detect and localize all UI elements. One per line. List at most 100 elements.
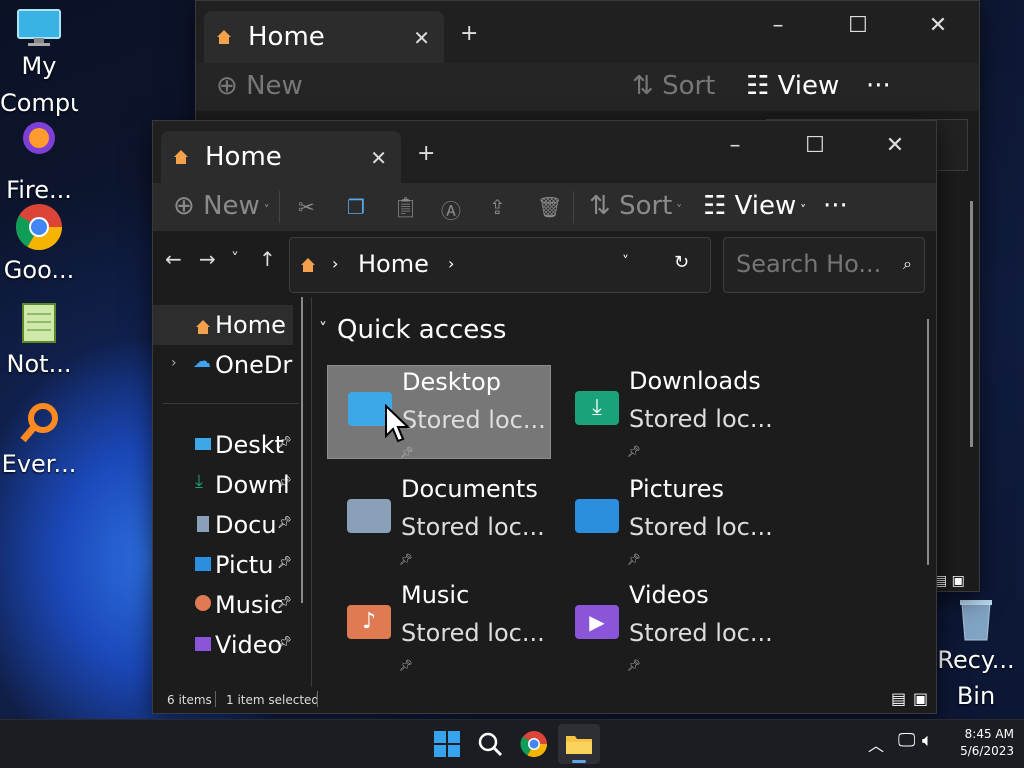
clock[interactable]: 8:45 AM 5/6/2023: [954, 726, 1014, 760]
back-button[interactable]: ←: [165, 247, 182, 271]
chevron-right-icon: ›: [448, 254, 455, 273]
cut-icon[interactable]: ✂: [298, 195, 315, 219]
show-hidden-icons-chevron-icon[interactable]: ︿: [868, 732, 884, 756]
refresh-icon[interactable]: ↻: [674, 252, 689, 273]
details-view-icon[interactable]: ▤: [891, 689, 906, 708]
breadcrumb[interactable]: Home: [358, 250, 429, 278]
minimize-button[interactable]: –: [758, 13, 798, 38]
new-tab-button[interactable]: +: [417, 141, 435, 166]
view-button[interactable]: ☷ View: [746, 71, 839, 101]
content-scrollbar[interactable]: [927, 319, 929, 565]
nav-scrollbar[interactable]: [301, 297, 303, 603]
pin-icon: 📌︎: [277, 595, 293, 609]
desktop-icon-chrome[interactable]: Goo...: [0, 202, 78, 288]
pictures-folder-icon: [575, 499, 619, 533]
volume-icon[interactable]: 🔈︎: [922, 730, 933, 751]
quick-access-pictures[interactable]: Pictures Stored loc... 📌︎: [555, 473, 777, 566]
search-icon[interactable]: [474, 728, 506, 760]
new-label: New: [203, 191, 260, 221]
nav-item-downloads[interactable]: ⤓ Downl 📌︎: [153, 465, 293, 505]
quick-access-documents[interactable]: Documents Stored loc... 📌︎: [327, 473, 549, 566]
delete-icon[interactable]: 🗑︎: [537, 195, 562, 219]
pin-icon: 📌︎: [277, 475, 293, 489]
nav-item-music[interactable]: Music 📌︎: [153, 585, 293, 625]
tile-name: Videos: [629, 581, 709, 609]
monitor-icon: [17, 9, 61, 46]
search-input[interactable]: [734, 248, 888, 280]
share-icon[interactable]: ⇪: [489, 195, 506, 219]
more-button[interactable]: ···: [866, 71, 891, 101]
quick-access-desktop[interactable]: Desktop Stored loc... 📌︎: [327, 365, 551, 459]
nav-item-videos[interactable]: Video 📌︎: [153, 625, 293, 665]
nav-label: Video: [215, 631, 283, 659]
section-title: Quick access: [337, 315, 507, 345]
maximize-button[interactable]: ☐: [795, 133, 835, 158]
desktop-icon-everything[interactable]: Ever...: [0, 400, 78, 482]
close-button[interactable]: ✕: [875, 133, 915, 158]
notepad-icon: [22, 303, 56, 343]
nav-item-home[interactable]: Home: [153, 305, 293, 345]
new-button[interactable]: ⊕ New ˅: [173, 191, 270, 221]
chrome-taskbar-icon[interactable]: [518, 728, 550, 760]
new-tab-button[interactable]: +: [460, 21, 478, 46]
status-bar: 6 items 1 item selected ▤ ▣: [153, 687, 936, 713]
collapse-chevron-icon[interactable]: ˅: [319, 319, 327, 338]
sort-label: Sort: [619, 191, 673, 221]
navigation-pane: Home › ☁ OneDr Deskt 📌︎ ⤓ Downl 📌︎ Docu …: [153, 301, 301, 687]
toolbar-separator: [573, 191, 574, 223]
nav-item-onedrive[interactable]: › ☁ OneDr: [153, 345, 293, 385]
quick-access-music[interactable]: ♪ Music Stored loc... 📌︎: [327, 579, 549, 672]
nav-label: Deskt: [215, 431, 285, 459]
search-box[interactable]: ⌕: [723, 237, 925, 293]
more-button[interactable]: ···: [823, 191, 848, 221]
maximize-button[interactable]: ☐: [838, 13, 878, 38]
close-tab-icon[interactable]: ✕: [413, 26, 430, 50]
chrome-icon: [16, 204, 62, 250]
new-label: New: [246, 71, 303, 101]
pin-icon: 📌︎: [627, 445, 641, 458]
picture-icon: [195, 557, 211, 571]
view-button[interactable]: ☷ View ˅: [703, 191, 806, 221]
details-view-icon[interactable]: ▤ ▣: [934, 573, 965, 589]
desktop-icon-notepadpp[interactable]: Not...: [0, 300, 78, 382]
address-dropdown-icon[interactable]: ˅: [622, 254, 629, 270]
up-button[interactable]: ↑: [259, 247, 276, 271]
address-bar[interactable]: › Home › ˅ ↻: [289, 237, 711, 293]
videos-folder-icon: ▶: [575, 605, 619, 639]
explorer-taskbar-button[interactable]: [558, 724, 600, 764]
desktop-icon-my-computer[interactable]: My Computer: [0, 8, 78, 122]
desktop-icon-label: Not...: [6, 350, 72, 378]
close-button[interactable]: ✕: [918, 13, 958, 38]
tile-name: Downloads: [629, 367, 761, 395]
nav-label: OneDr: [215, 351, 293, 379]
quick-access-downloads[interactable]: ⤓ Downloads Stored loc... 📌︎: [555, 365, 777, 458]
document-icon: [197, 516, 209, 532]
tile-name: Documents: [401, 475, 538, 503]
sort-button[interactable]: ⇅ Sort ˅: [589, 191, 682, 221]
desktop-icon-recycle-bin[interactable]: Recy... Bin: [936, 596, 1016, 714]
expand-chevron-icon[interactable]: ›: [171, 355, 177, 371]
tab-home[interactable]: Home ✕: [204, 11, 444, 63]
forward-button[interactable]: →: [199, 247, 216, 271]
scrollbar[interactable]: [970, 201, 973, 447]
nav-item-pictures[interactable]: Pictu 📌︎: [153, 545, 293, 585]
tile-subtitle: Stored loc...: [629, 405, 773, 433]
nav-item-desktop[interactable]: Deskt 📌︎: [153, 425, 293, 465]
copy-icon[interactable]: ❐: [347, 195, 365, 219]
recent-locations-button[interactable]: ˅: [231, 249, 239, 268]
network-icon[interactable]: 🖵︎: [898, 730, 915, 751]
rename-icon[interactable]: Ⓐ: [441, 195, 461, 224]
desktop-icon-firefox[interactable]: Fire...: [0, 118, 78, 208]
tiles-view-icon[interactable]: ▣: [913, 689, 928, 708]
tab-home[interactable]: Home ✕: [161, 131, 401, 183]
sort-button[interactable]: ⇅ Sort: [632, 71, 715, 101]
explorer-window[interactable]: Home ✕ + – ☐ ✕ ⊕ New ˅ ✂ ❐ 📋︎ Ⓐ ⇪ 🗑︎ ⇅ S…: [152, 120, 937, 714]
minimize-button[interactable]: –: [715, 133, 755, 158]
start-windows-icon[interactable]: [431, 728, 463, 760]
nav-item-documents[interactable]: Docu 📌︎: [153, 505, 293, 545]
quick-access-videos[interactable]: ▶ Videos Stored loc... 📌︎: [555, 579, 777, 672]
new-button[interactable]: ⊕ New: [216, 71, 303, 101]
close-tab-icon[interactable]: ✕: [370, 146, 387, 170]
download-icon: ⤓: [195, 471, 203, 492]
paste-icon[interactable]: 📋︎: [393, 195, 418, 219]
